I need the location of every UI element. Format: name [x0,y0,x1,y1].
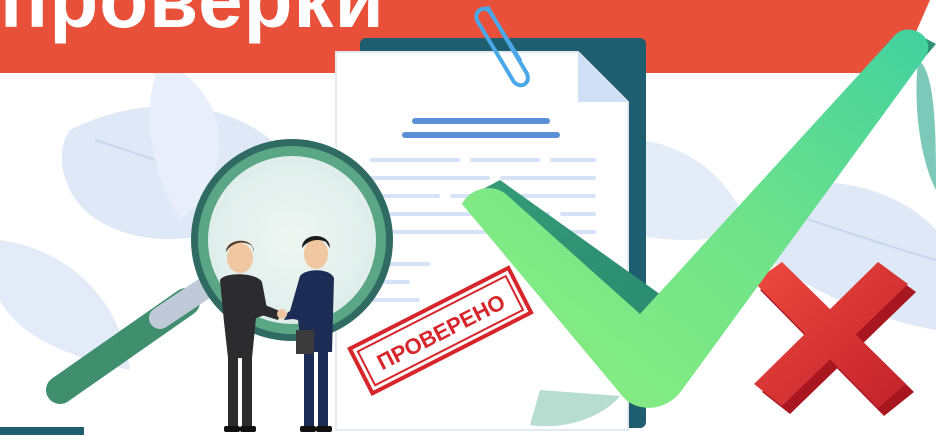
decor-circle [916,60,936,190]
banner-title: проверки [0,0,385,40]
decor-bar [0,427,84,435]
illustration: ПРОВЕРЕНО [0,0,936,435]
illustration-canvas: ПРОВЕРЕНО [0,0,936,435]
